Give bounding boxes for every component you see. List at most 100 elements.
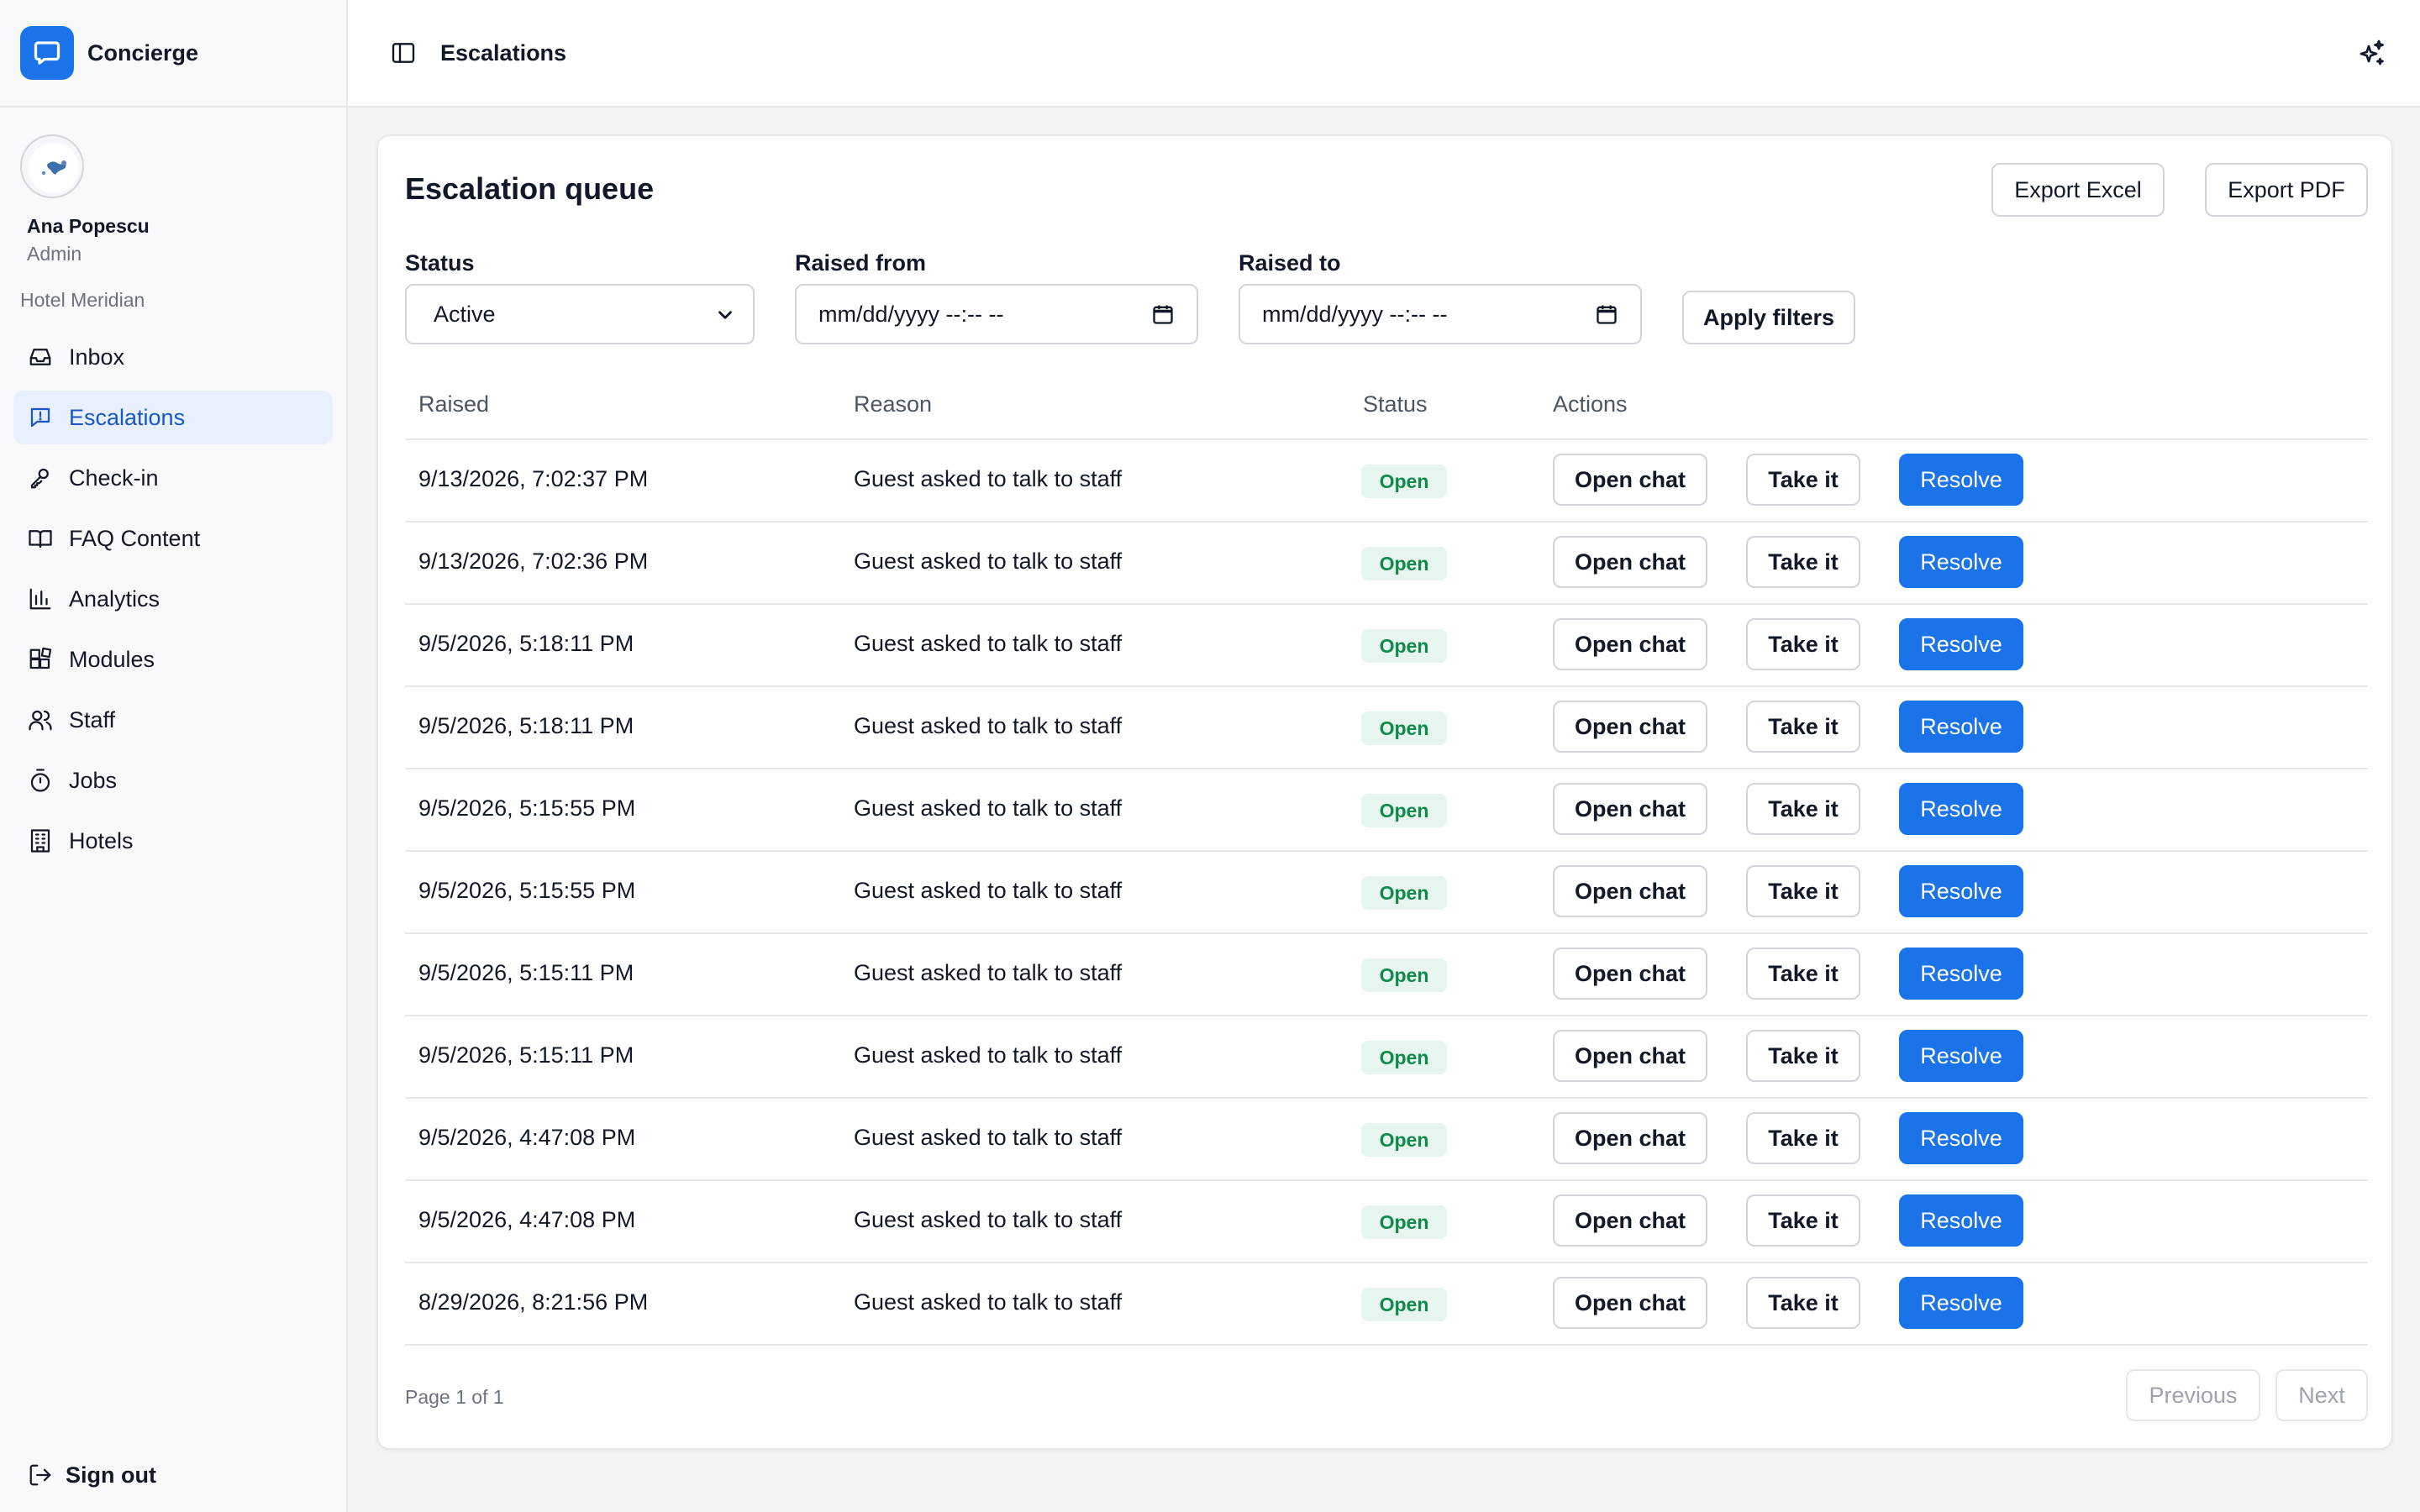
sidebar-item-jobs[interactable]: Jobs [13,753,333,807]
resolve-button[interactable]: Resolve [1899,1112,2023,1164]
take-it-button[interactable]: Take it [1746,1277,1860,1329]
inbox-icon [27,344,54,370]
sidebar-item-inbox[interactable]: Inbox [13,330,333,384]
open-chat-button[interactable]: Open chat [1553,1194,1707,1247]
card-title: Escalation queue [405,171,655,206]
row-divider [405,932,2368,934]
sidebar-item-staff[interactable]: Staff [13,693,333,747]
users-icon [27,706,54,733]
resolve-button[interactable]: Resolve [1899,536,2023,588]
open-chat-button[interactable]: Open chat [1553,454,1707,506]
export-excel-button[interactable]: Export Excel [1991,163,2165,217]
raised-cell: 9/5/2026, 5:15:55 PM [418,795,636,821]
sparkles-icon[interactable] [2356,39,2386,73]
sidebar-item-label: Staff [69,706,116,732]
log-out-icon [27,1462,54,1488]
app-name: Concierge [87,39,199,66]
column-header-status: Status [1363,391,1428,417]
apply-filters-button[interactable]: Apply filters [1682,291,1855,344]
resolve-button[interactable]: Resolve [1899,1194,2023,1247]
modules-icon [27,646,54,673]
take-it-button[interactable]: Take it [1746,536,1860,588]
timer-icon [27,767,54,794]
status-select[interactable]: Active [405,284,755,344]
brand: Concierge [0,0,346,108]
row-divider [405,438,2368,440]
take-it-button[interactable]: Take it [1746,865,1860,917]
open-chat-button[interactable]: Open chat [1553,618,1707,670]
avatar[interactable] [20,134,84,198]
sign-out-button[interactable]: Sign out [27,1462,156,1488]
page-info: Page 1 of 1 [405,1386,504,1408]
sidebar-item-hotels[interactable]: Hotels [13,814,333,868]
status-badge: Open [1361,1123,1447,1157]
resolve-button[interactable]: Resolve [1899,865,2023,917]
take-it-button[interactable]: Take it [1746,1194,1860,1247]
row-divider [405,521,2368,522]
reason-cell: Guest asked to talk to staff [854,1207,1123,1232]
resolve-button[interactable]: Resolve [1899,701,2023,753]
raised-to-placeholder: mm/dd/yyyy --:-- -- [1262,301,1448,327]
raised-cell: 9/13/2026, 7:02:37 PM [418,466,649,491]
sidebar: Concierge Ana Popescu Admin Hotel Meridi… [0,0,348,1512]
raised-cell: 9/5/2026, 4:47:08 PM [418,1207,636,1232]
status-badge: Open [1361,711,1447,745]
resolve-button[interactable]: Resolve [1899,783,2023,835]
sign-out-label: Sign out [66,1462,156,1488]
calendar-icon[interactable] [1151,302,1175,332]
sidebar-nav: Inbox Escalations Check-in FAQ Content A… [0,330,346,868]
resolve-button[interactable]: Resolve [1899,618,2023,670]
open-chat-button[interactable]: Open chat [1553,1112,1707,1164]
raised-from-input[interactable]: mm/dd/yyyy --:-- -- [795,284,1198,344]
calendar-icon[interactable] [1595,302,1618,332]
column-header-reason: Reason [854,391,933,417]
sidebar-item-label: Inbox [69,344,125,370]
open-chat-button[interactable]: Open chat [1553,948,1707,1000]
sidebar-toggle-icon[interactable] [390,39,417,66]
column-header-actions: Actions [1553,391,1628,417]
resolve-button[interactable]: Resolve [1899,454,2023,506]
sidebar-item-check-in[interactable]: Check-in [13,451,333,505]
reason-cell: Guest asked to talk to staff [854,1042,1123,1068]
profile: Ana Popescu Admin Hotel Meridian [0,108,346,312]
open-chat-button[interactable]: Open chat [1553,783,1707,835]
building-icon [27,827,54,854]
sidebar-item-label: Modules [69,646,155,672]
row-divider [405,1179,2368,1181]
take-it-button[interactable]: Take it [1746,1030,1860,1082]
next-page-button[interactable]: Next [2275,1369,2368,1421]
resolve-button[interactable]: Resolve [1899,948,2023,1000]
raised-to-input[interactable]: mm/dd/yyyy --:-- -- [1239,284,1642,344]
sidebar-item-modules[interactable]: Modules [13,633,333,686]
raised-cell: 9/5/2026, 5:15:55 PM [418,878,636,903]
sidebar-item-analytics[interactable]: Analytics [13,572,333,626]
open-chat-button[interactable]: Open chat [1553,536,1707,588]
row-divider [405,1097,2368,1099]
open-chat-button[interactable]: Open chat [1553,865,1707,917]
take-it-button[interactable]: Take it [1746,1112,1860,1164]
status-badge: Open [1361,1288,1447,1321]
sidebar-item-faq-content[interactable]: FAQ Content [13,512,333,565]
take-it-button[interactable]: Take it [1746,454,1860,506]
resolve-button[interactable]: Resolve [1899,1277,2023,1329]
status-badge: Open [1361,1041,1447,1074]
previous-page-button[interactable]: Previous [2126,1369,2260,1421]
take-it-button[interactable]: Take it [1746,618,1860,670]
sidebar-item-label: Hotels [69,827,134,853]
escalation-queue-card: Escalation queue Export Excel Export PDF… [376,134,2393,1450]
take-it-button[interactable]: Take it [1746,783,1860,835]
reason-cell: Guest asked to talk to staff [854,466,1123,491]
sidebar-item-escalations[interactable]: Escalations [13,391,333,444]
sidebar-item-label: FAQ Content [69,525,201,551]
status-badge: Open [1361,958,1447,992]
open-chat-button[interactable]: Open chat [1553,701,1707,753]
reason-cell: Guest asked to talk to staff [854,1125,1123,1150]
reason-cell: Guest asked to talk to staff [854,631,1123,656]
open-chat-button[interactable]: Open chat [1553,1277,1707,1329]
take-it-button[interactable]: Take it [1746,701,1860,753]
resolve-button[interactable]: Resolve [1899,1030,2023,1082]
export-pdf-button[interactable]: Export PDF [2205,163,2368,217]
take-it-button[interactable]: Take it [1746,948,1860,1000]
status-badge: Open [1361,629,1447,663]
open-chat-button[interactable]: Open chat [1553,1030,1707,1082]
